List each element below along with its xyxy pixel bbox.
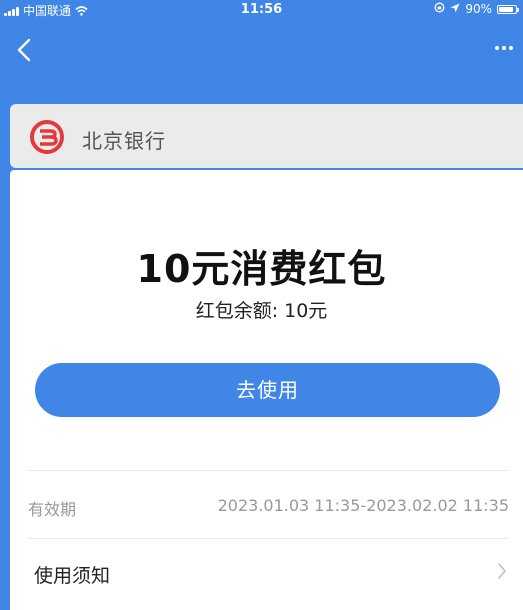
validity-label: 有效期 <box>28 500 77 519</box>
status-bar: 中国联通 11:56 90% <box>0 0 523 20</box>
coupon-title: 10元消费红包 <box>136 247 387 291</box>
battery-percent: 90% <box>465 2 492 16</box>
status-right: 90% <box>434 2 519 16</box>
divider <box>28 538 508 539</box>
battery-icon <box>497 4 519 14</box>
ellipsis-icon <box>489 43 519 62</box>
more-button[interactable] <box>489 38 519 58</box>
chevron-right-icon <box>497 562 507 584</box>
lock-rotation-icon <box>434 2 445 16</box>
back-button[interactable] <box>10 32 40 68</box>
location-arrow-icon <box>450 2 460 16</box>
validity-value: 2023.01.03 11:35-2023.02.02 11:35 <box>217 496 509 515</box>
usage-notice-row[interactable]: 使用须知 <box>10 540 523 602</box>
coupon-balance: 红包余额: 10元 <box>195 300 328 322</box>
usage-notice-label: 使用须知 <box>34 565 111 587</box>
battery-fill <box>499 6 514 12</box>
bank-logo-icon <box>30 120 64 154</box>
divider <box>28 470 508 471</box>
bank-name: 北京银行 <box>82 129 166 153</box>
chevron-left-icon <box>10 38 40 72</box>
use-button[interactable]: 去使用 <box>35 363 500 417</box>
bank-header: 北京银行 <box>10 104 523 168</box>
